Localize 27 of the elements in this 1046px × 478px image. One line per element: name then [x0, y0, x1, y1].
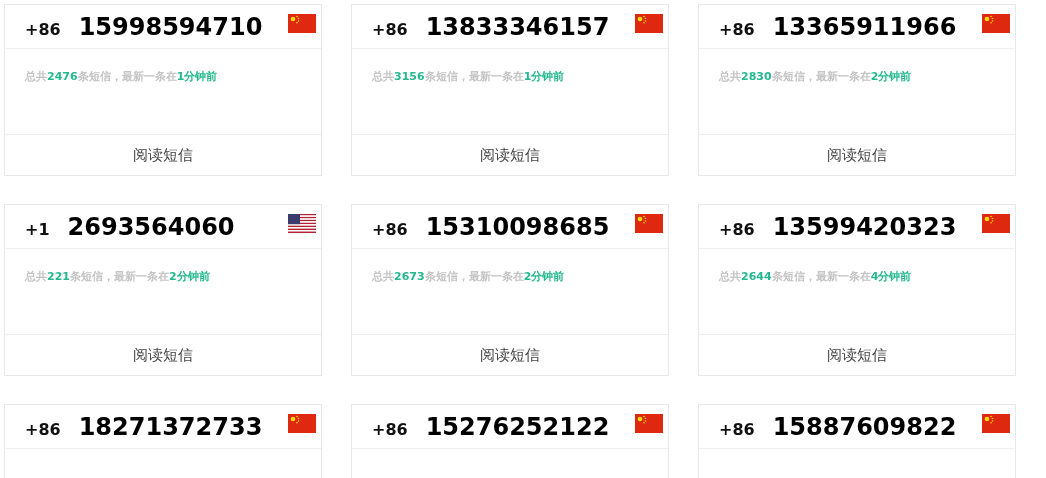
country-code: +86 — [25, 19, 61, 39]
country-code: +86 — [719, 19, 755, 39]
china-flag-icon — [982, 214, 1010, 233]
phone-number: 18271372733 — [78, 412, 263, 441]
country-code: +86 — [372, 219, 408, 239]
country-code: +86 — [719, 219, 755, 239]
phone-number: 13833346157 — [425, 12, 610, 41]
country-code: +86 — [719, 419, 755, 439]
china-flag-icon — [982, 414, 1010, 433]
phone-number: 15310098685 — [425, 212, 610, 241]
country-code: +86 — [372, 19, 408, 39]
phone-number: 13599420323 — [772, 212, 957, 241]
phone-number: 15887609822 — [772, 412, 957, 441]
phone-number: 15998594710 — [78, 12, 263, 41]
china-flag-icon — [635, 414, 663, 433]
phone-number: 13365911966 — [772, 12, 957, 41]
china-flag-icon — [288, 14, 316, 33]
china-flag-icon — [982, 14, 1010, 33]
phone-number: 2693564060 — [67, 212, 235, 241]
country-code: +86 — [372, 419, 408, 439]
country-code: +86 — [25, 419, 61, 439]
china-flag-icon — [635, 14, 663, 33]
country-code: +1 — [25, 219, 50, 239]
usa-flag-icon — [288, 214, 316, 233]
china-flag-icon — [635, 214, 663, 233]
phone-number: 15276252122 — [425, 412, 610, 441]
china-flag-icon — [288, 414, 316, 433]
